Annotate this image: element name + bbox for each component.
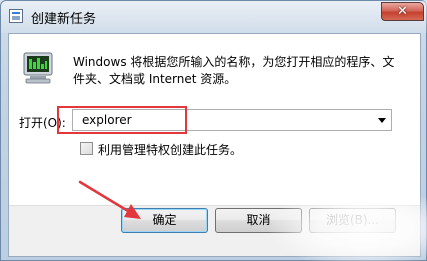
admin-checkbox-label[interactable]: 利用管理特权创建此任务。 <box>98 141 242 158</box>
command-input[interactable]: explorer <box>72 109 392 131</box>
run-program-icon <box>23 52 53 84</box>
open-label: 打开(O): <box>19 116 66 130</box>
window-title: 创建新任务 <box>31 12 97 27</box>
close-button[interactable]: ✕ <box>381 2 424 21</box>
title-bar: 创建新任务 ✕ <box>1 1 427 33</box>
cancel-button[interactable]: 取消 <box>215 208 302 233</box>
command-value[interactable]: explorer <box>82 113 132 127</box>
admin-checkbox[interactable] <box>80 142 93 155</box>
create-task-dialog: 创建新任务 ✕ Windows 将根据您所输入的名称，为您打开相应的程序、文件夹… <box>0 0 427 261</box>
dialog-description: Windows 将根据您所输入的名称，为您打开相应的程序、文件夹、文档或 Int… <box>73 55 395 86</box>
chevron-down-icon[interactable] <box>378 118 386 123</box>
dialog-body: Windows 将根据您所输入的名称，为您打开相应的程序、文件夹、文档或 Int… <box>8 33 421 257</box>
browse-button[interactable]: 浏览(B)... <box>309 208 396 233</box>
task-manager-icon <box>9 9 23 23</box>
ok-button[interactable]: 确定 <box>121 208 208 233</box>
